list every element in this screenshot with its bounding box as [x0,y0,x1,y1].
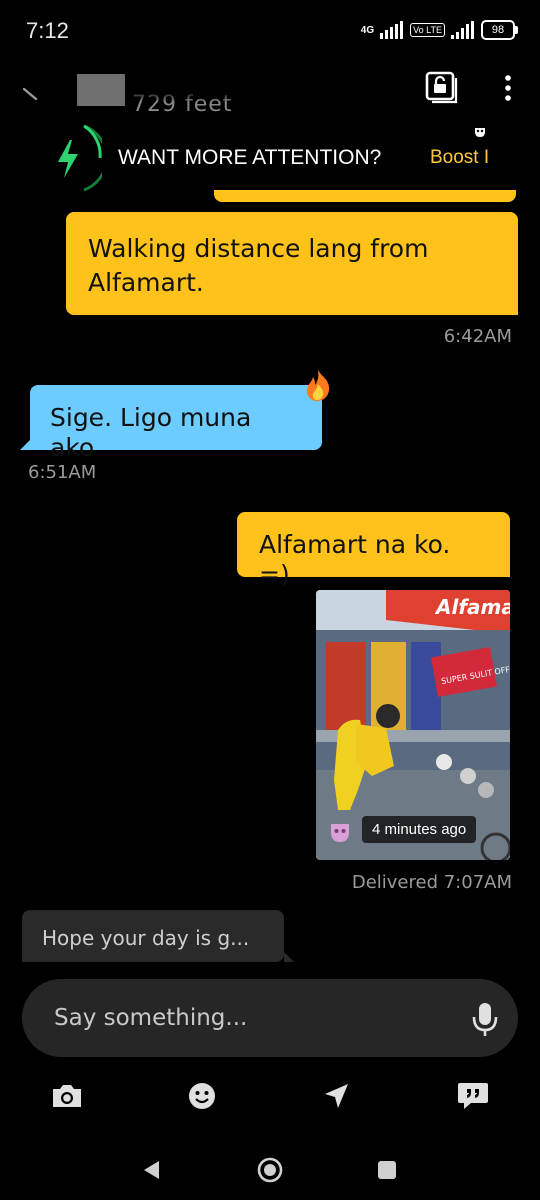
back-arrow-icon[interactable] [18,76,44,102]
quick-replies-button[interactable] [455,1078,491,1114]
bubble-tail [500,567,510,577]
previous-message-bubble [214,190,516,202]
battery-icon: 98 [481,20,518,40]
camera-icon [53,1085,81,1107]
signal-icon [451,21,474,39]
bubble-tail [508,305,518,315]
more-vertical-icon[interactable] [496,70,520,106]
photo-message[interactable]: Alfama SUPER SULIT OFFERS 4 minutes ago [316,590,510,860]
message-bubble-outgoing[interactable]: Alfamart na ko. =) [237,512,510,589]
suggested-reply[interactable]: Hope your day is g... [22,910,284,962]
photo-time-badge: 4 minutes ago [362,816,477,843]
message-timestamp: 6:42AM [443,326,512,347]
delivery-status: Delivered 7:07AM [351,872,512,893]
microphone-icon[interactable] [470,1001,500,1037]
composer-actions [0,1078,540,1118]
quick-replies-icon [458,1083,488,1109]
message-bubble-incoming[interactable]: Sige. Ligo muna ako [30,385,322,462]
boost-bolt-icon [58,124,102,192]
header-blur [125,90,265,110]
status-icons: 4G Vo LTE 98 [361,18,518,42]
boost-link[interactable]: Boost I [430,147,490,169]
nav-back-button[interactable] [132,1150,172,1190]
emoji-button[interactable] [184,1078,220,1114]
signal-icon [380,21,404,39]
grindr-mask-icon [331,824,349,842]
nav-home-button[interactable] [250,1150,290,1190]
fire-icon [306,370,330,401]
message-timestamp: 6:51AM [28,462,97,483]
bubble-tail [20,440,30,450]
location-button[interactable] [318,1078,354,1114]
location-icon [325,1084,348,1108]
nav-recents-button[interactable] [367,1150,407,1190]
network-type: 4G [360,24,375,36]
message-composer [22,979,518,1057]
system-nav-bar [0,1140,540,1200]
home-circle-icon [257,1157,283,1183]
boost-banner[interactable]: WANT MORE ATTENTION? Boost I [0,120,540,196]
battery-level: 98 [491,24,505,36]
boost-title: WANT MORE ATTENTION? [118,146,382,169]
volte-badge: Vo LTE [410,23,445,37]
unlock-album-icon[interactable] [424,70,460,106]
message-input[interactable] [54,1001,454,1035]
message-bubble-outgoing[interactable]: Walking distance lang from Alfamart. [66,212,518,315]
status-bar: 7:12 4G Vo LTE 98 [0,0,540,60]
recents-square-icon [378,1161,396,1179]
bubble-tail [284,952,294,962]
chat-header: 729 feet [0,60,540,120]
back-triangle-icon [144,1161,159,1179]
emoji-icon [189,1083,215,1109]
avatar[interactable] [77,74,125,106]
camera-button[interactable] [49,1078,85,1114]
store-sign: Alfama [434,595,510,619]
status-time: 7:12 [26,18,69,43]
grindr-mask-icon [475,128,485,137]
